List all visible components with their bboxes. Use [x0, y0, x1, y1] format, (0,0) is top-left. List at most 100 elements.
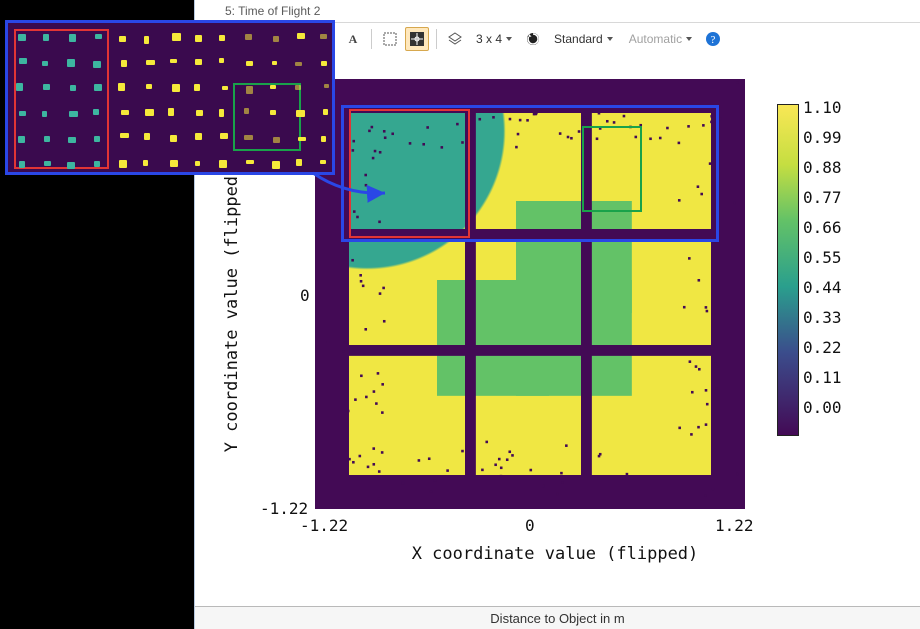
inset-dot — [244, 135, 253, 140]
inset-dot — [42, 111, 47, 117]
inset-dot — [196, 110, 203, 116]
chevron-down-icon — [506, 37, 512, 41]
inset-dot — [273, 36, 279, 42]
grid-size-label: 3 x 4 — [476, 32, 502, 46]
inset-dot — [195, 35, 202, 42]
inset-dot — [172, 33, 181, 41]
status-bar: Distance to Object in m — [195, 606, 920, 629]
inset-dot — [273, 137, 280, 143]
layers-icon[interactable] — [444, 28, 466, 50]
inset-dot — [246, 61, 253, 66]
inset-dot — [68, 137, 76, 144]
inset-dot — [146, 84, 152, 89]
inset-dot — [321, 61, 327, 66]
cbar-tick: 0.66 — [803, 218, 842, 237]
inset-red-box — [14, 29, 109, 169]
scaling-mode-label: Standard — [554, 32, 603, 46]
inset-dot — [170, 59, 176, 63]
axes[interactable] — [315, 79, 745, 509]
cbar-tick: 0.55 — [803, 248, 842, 267]
automatic-mode-selector[interactable]: Automatic — [623, 28, 698, 50]
inset-dot — [93, 109, 100, 115]
inset-dot — [43, 84, 49, 91]
inset-dot — [144, 133, 150, 140]
x-tick-2: 1.22 — [715, 516, 754, 535]
cbar-tick: 0.00 — [803, 398, 842, 417]
inset-dot — [44, 161, 50, 166]
inset-dot — [219, 58, 225, 63]
x-axis-label: X coordinate value (flipped) — [315, 544, 795, 564]
inset-dot — [219, 109, 224, 117]
inset-dot — [195, 161, 200, 167]
cbar-tick: 0.88 — [803, 158, 842, 177]
inset-dot — [118, 83, 125, 90]
inset-dot — [144, 36, 150, 44]
inset-dot — [43, 34, 50, 41]
inset-dot — [320, 34, 327, 39]
inset-dot — [168, 108, 173, 115]
grid-size-selector[interactable]: 3 x 4 — [470, 28, 518, 50]
inset-dot — [172, 84, 180, 92]
inset-dot — [94, 84, 102, 91]
inset-dot — [222, 86, 228, 91]
cbar-tick: 0.99 — [803, 128, 842, 147]
inset-dot — [195, 133, 202, 140]
chevron-down-icon — [607, 37, 613, 41]
inset-dot — [220, 133, 228, 139]
inset-dot — [298, 137, 307, 141]
inset-dot — [297, 33, 305, 38]
zoom-inset-panel — [5, 20, 335, 175]
inset-dot — [93, 61, 101, 68]
inset-dot — [295, 85, 300, 90]
cbar-tick: 0.22 — [803, 338, 842, 357]
inset-dot — [19, 161, 25, 169]
inset-dot — [246, 160, 254, 164]
inset-dot — [219, 160, 226, 168]
toolbar-separator — [371, 29, 372, 49]
inset-dot — [67, 59, 75, 66]
inset-dot — [146, 60, 155, 65]
cbar-tick: 0.77 — [803, 188, 842, 207]
inset-green-box — [233, 83, 301, 151]
window-title: 5: Time of Flight 2 — [225, 4, 320, 18]
inset-dot — [272, 161, 280, 169]
inset-dot — [170, 160, 179, 166]
inset-dot — [42, 61, 49, 66]
scaling-mode-selector[interactable]: Standard — [548, 28, 619, 50]
inset-dot — [119, 36, 126, 42]
inset-dot — [69, 34, 76, 42]
inset-dot — [121, 60, 127, 67]
zoom-select-icon[interactable] — [379, 28, 401, 50]
inset-dot — [272, 61, 278, 65]
text-annot-icon[interactable]: A — [342, 28, 364, 50]
inset-dot — [295, 62, 302, 66]
red-annotation-box — [349, 109, 469, 238]
inset-dot — [321, 136, 326, 143]
inset-dot — [143, 160, 148, 166]
inset-dot — [270, 85, 276, 89]
inset-dot — [70, 85, 76, 92]
x-tick-0: -1.22 — [300, 516, 348, 535]
refresh-icon[interactable] — [522, 28, 544, 50]
cbar-tick: 0.33 — [803, 308, 842, 327]
y-tick-2: -1.22 — [260, 499, 308, 518]
inset-dot — [244, 108, 249, 114]
status-text: Distance to Object in m — [490, 611, 624, 626]
toolbar-separator — [436, 29, 437, 49]
inset-dot — [94, 136, 100, 143]
crosshair-icon[interactable] — [405, 27, 429, 51]
inset-dot — [170, 135, 176, 142]
heatmap — [315, 79, 745, 509]
inset-dot — [19, 111, 26, 116]
inset-dot — [120, 133, 129, 138]
inset-dot — [44, 136, 50, 142]
inset-dot — [320, 160, 325, 164]
inset-dot — [16, 83, 23, 90]
inset-dot — [195, 59, 202, 65]
chevron-down-icon — [686, 37, 692, 41]
inset-dot — [219, 35, 225, 41]
help-icon[interactable]: ? — [702, 28, 724, 50]
inset-dot — [270, 110, 276, 114]
inset-dot — [69, 111, 78, 117]
cbar-tick: 0.11 — [803, 368, 842, 387]
